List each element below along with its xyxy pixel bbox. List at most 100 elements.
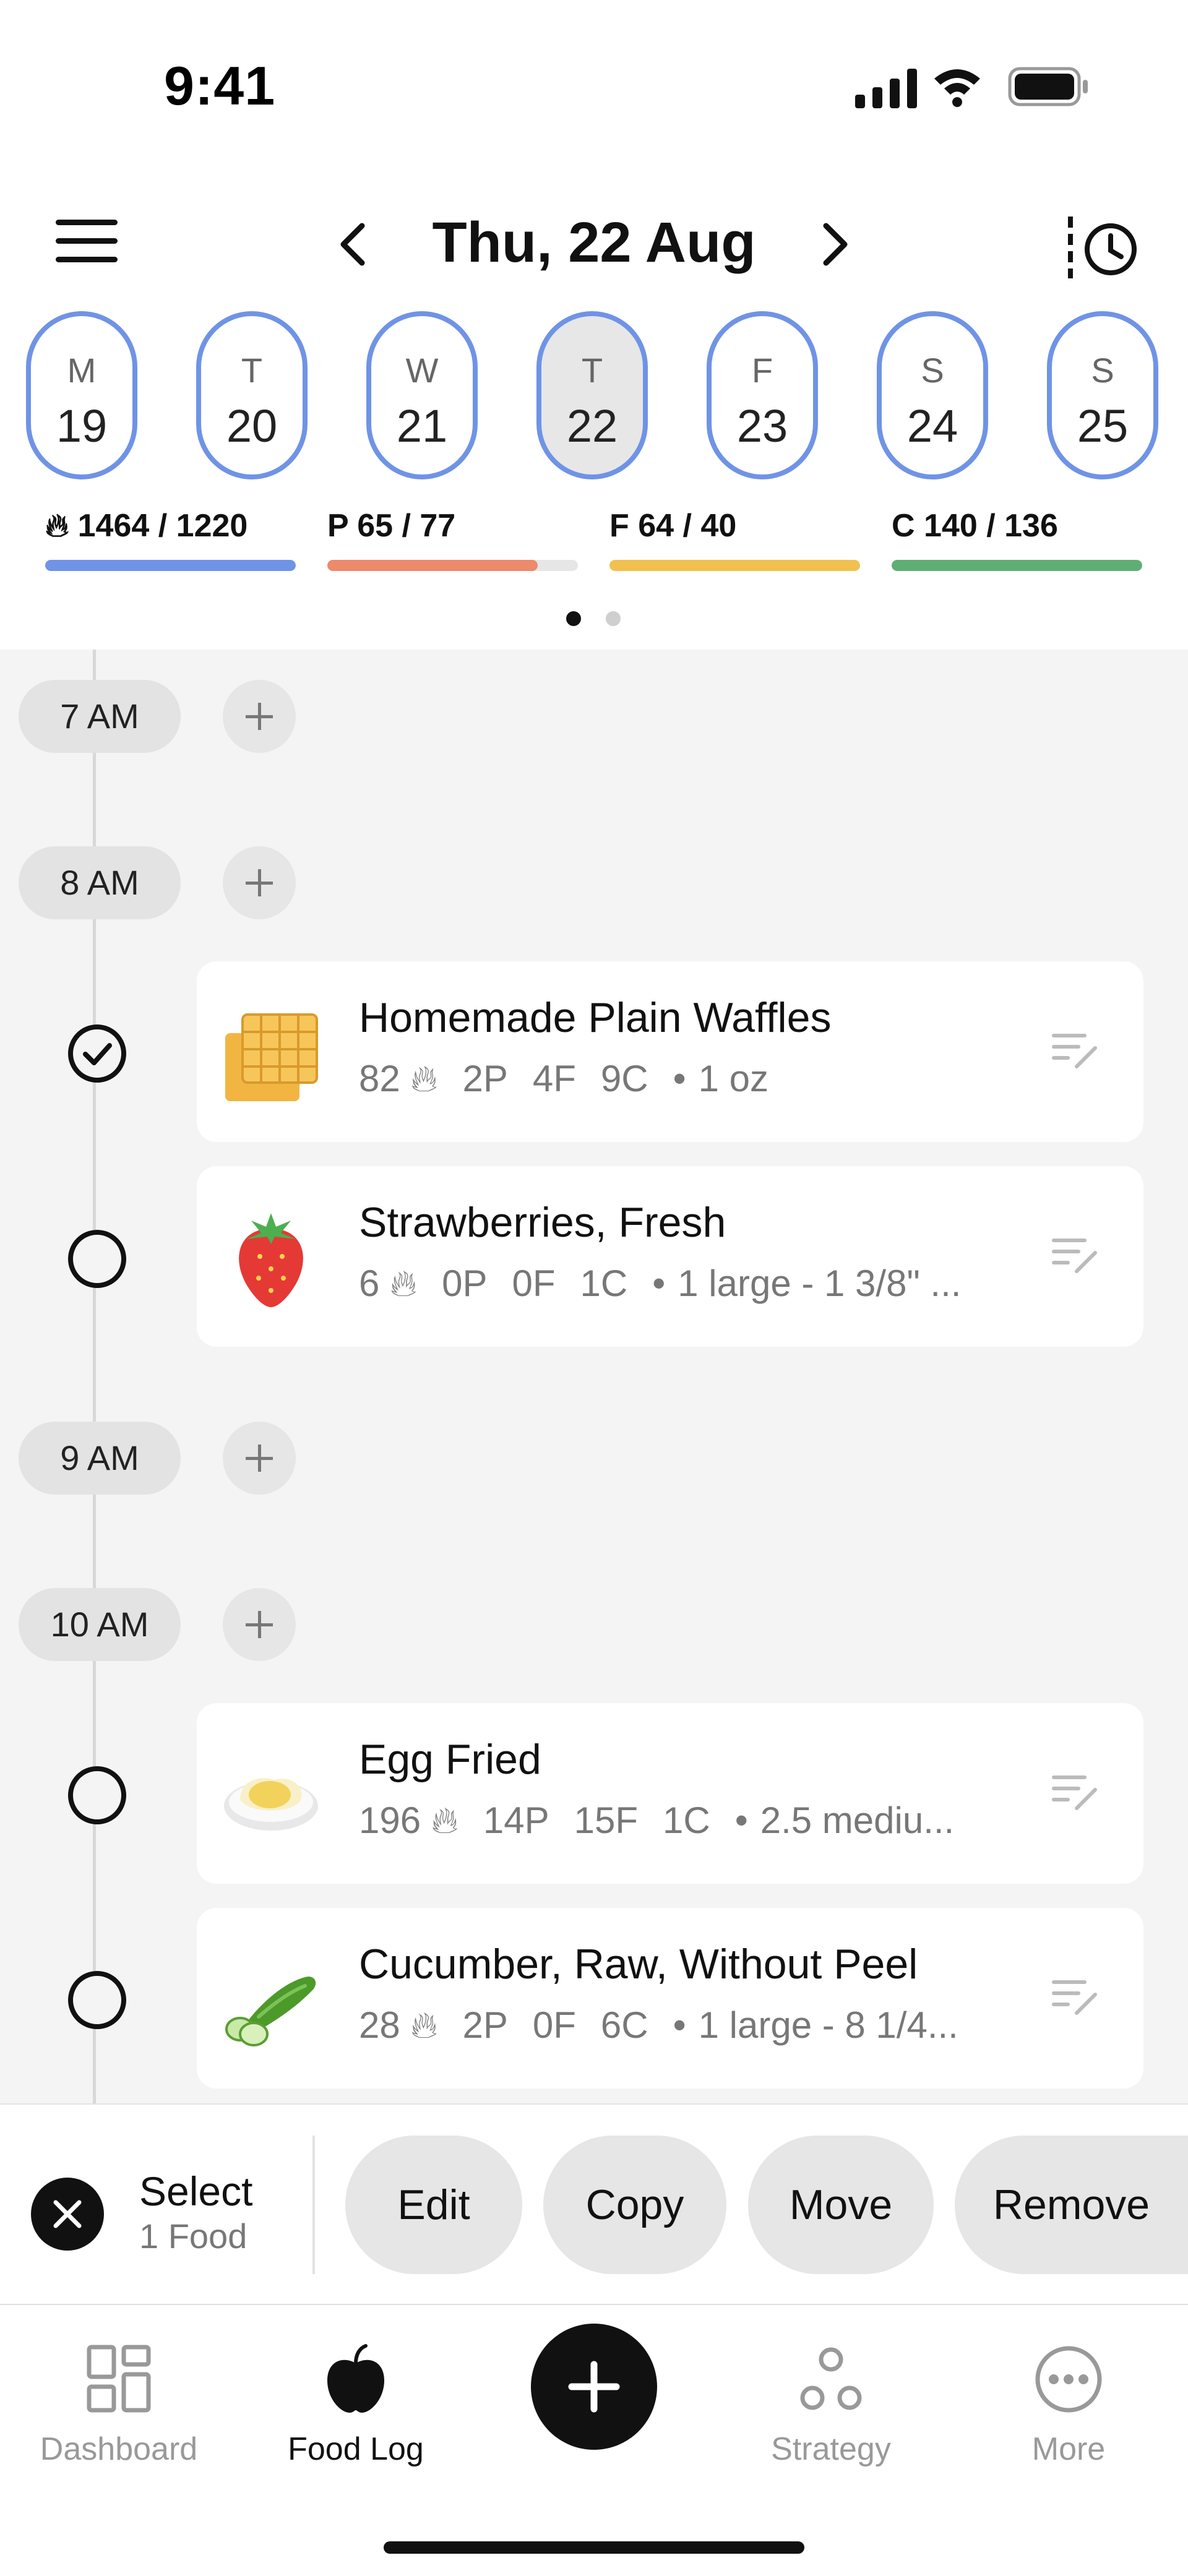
food-calories: 82 <box>359 1058 400 1099</box>
day-pill[interactable]: M 19 <box>26 311 137 479</box>
fat-value: 64 / 40 <box>638 508 737 544</box>
page-dot[interactable] <box>606 611 621 626</box>
food-calories: 196 <box>359 1800 421 1841</box>
day-pill[interactable]: T 22 <box>536 311 648 479</box>
tab-more[interactable]: More <box>966 2342 1171 2468</box>
flame-icon: 🔥︎ <box>45 508 69 544</box>
carbs-prefix: C <box>892 508 915 544</box>
food-carbs: 1C <box>580 1263 628 1304</box>
flame-icon: 🔥︎ <box>410 1058 438 1099</box>
food-check[interactable] <box>68 1766 126 1824</box>
food-macros: 6 🔥︎ 0P 0F 1C • 1 large - 1 3/8" ... <box>359 1263 962 1304</box>
food-timeline <box>0 650 1188 2103</box>
protein-value: 65 / 77 <box>357 508 456 544</box>
day-letter: S <box>1091 351 1114 390</box>
tab-strategy[interactable]: Strategy <box>729 2342 933 2468</box>
history-icon[interactable] <box>1064 213 1145 281</box>
food-protein: 0P <box>442 1263 488 1304</box>
flame-icon: 🔥︎ <box>410 2004 438 2046</box>
home-indicator <box>384 2541 804 2554</box>
add-food-10am-button[interactable] <box>223 1588 296 1661</box>
day-number: 20 <box>226 400 278 452</box>
day-number: 24 <box>906 400 958 452</box>
food-name: Homemade Plain Waffles <box>359 994 832 1041</box>
edit-note-icon[interactable] <box>1051 1976 1100 2019</box>
carbs-bar <box>892 560 1142 571</box>
food-macros: 82 🔥︎ 2P 4F 9C • 1 oz <box>359 1058 769 1099</box>
waffle-icon <box>225 1013 318 1101</box>
food-carbs: 9C <box>600 1058 648 1099</box>
macro-calories: 🔥︎ 1464 / 1220 <box>45 507 296 571</box>
food-name: Strawberries, Fresh <box>359 1199 726 1246</box>
day-letter: T <box>581 351 603 390</box>
edit-note-icon[interactable] <box>1051 1029 1100 1073</box>
add-food-9am-button[interactable] <box>223 1422 296 1495</box>
tab-bar: Dashboard Food Log Strategy More <box>0 2304 1188 2576</box>
remove-button[interactable]: Remove <box>955 2136 1188 2274</box>
food-protein: 2P <box>462 1058 508 1099</box>
signal-icon <box>855 69 917 108</box>
edit-button[interactable]: Edit <box>345 2136 522 2274</box>
tab-food-log[interactable]: Food Log <box>254 2342 458 2468</box>
day-pill[interactable]: F 23 <box>707 311 818 479</box>
copy-button[interactable]: Copy <box>543 2136 726 2274</box>
flame-icon: 🔥︎ <box>390 1263 418 1304</box>
plus-icon <box>568 2361 620 2413</box>
selection-action-bar: Select 1 Food Edit Copy Move Remove <box>0 2103 1188 2305</box>
calories-value: 1464 / 1220 <box>77 508 248 544</box>
food-card[interactable]: Egg Fried 196 🔥︎ 14P 15F 1C • 2.5 mediu... <box>197 1703 1143 1884</box>
day-pill[interactable]: T 20 <box>196 311 308 479</box>
fat-prefix: F <box>609 508 629 544</box>
add-food-7am-button[interactable] <box>223 680 296 753</box>
day-number: 23 <box>736 400 788 452</box>
page-dot-active[interactable] <box>566 611 581 626</box>
macro-fat: F 64 / 40 <box>609 507 860 571</box>
food-calories: 6 <box>359 1263 380 1304</box>
food-fat: 4F <box>532 1058 576 1099</box>
food-serving: 2.5 mediu... <box>760 1800 955 1841</box>
day-pill[interactable]: S 25 <box>1047 311 1158 479</box>
food-check-checked[interactable] <box>68 1024 126 1083</box>
food-fat: 0F <box>532 2004 576 2046</box>
wifi-icon <box>934 69 980 107</box>
chevron-right-icon[interactable] <box>817 220 854 269</box>
date-title[interactable]: Thu, 22 Aug <box>396 210 792 275</box>
edit-note-icon[interactable] <box>1051 1234 1100 1277</box>
day-number: 19 <box>56 400 108 452</box>
food-fat: 0F <box>512 1263 556 1304</box>
edit-note-icon[interactable] <box>1051 1771 1100 1814</box>
add-food-8am-button[interactable] <box>223 846 296 919</box>
day-number: 22 <box>566 400 618 452</box>
status-time: 9:41 <box>164 55 276 116</box>
calories-bar <box>45 560 296 571</box>
flame-icon: 🔥︎ <box>431 1800 458 1841</box>
food-protein: 2P <box>462 2004 508 2046</box>
time-slot-8am: 8 AM <box>19 846 181 919</box>
add-button[interactable] <box>531 2324 657 2450</box>
food-card[interactable]: Strawberries, Fresh 6 🔥︎ 0P 0F 1C • 1 large -… <box>197 1166 1143 1347</box>
menu-button[interactable] <box>56 220 118 263</box>
close-icon <box>53 2200 82 2228</box>
food-card[interactable]: Homemade Plain Waffles 82 🔥︎ 2P 4F 9C • 1 oz <box>197 961 1143 1142</box>
food-check[interactable] <box>68 1230 126 1288</box>
strawberry-icon <box>239 1213 303 1307</box>
fried-egg-icon <box>224 1778 318 1831</box>
cucumber-icon <box>225 1977 316 2046</box>
day-number: 25 <box>1077 400 1129 452</box>
day-pill[interactable]: W 21 <box>366 311 478 479</box>
food-carbs: 1C <box>662 1800 710 1841</box>
close-selection-button[interactable] <box>31 2178 104 2251</box>
food-fat: 15F <box>574 1800 638 1841</box>
tab-more-label: More <box>1031 2431 1106 2467</box>
dashboard-icon <box>87 2345 151 2413</box>
time-slot-10am: 10 AM <box>19 1588 181 1661</box>
day-pill[interactable]: S 24 <box>877 311 988 479</box>
move-button[interactable]: Move <box>748 2136 934 2274</box>
food-check[interactable] <box>68 1971 126 2029</box>
food-protein: 14P <box>483 1800 549 1841</box>
food-card[interactable]: Cucumber, Raw, Without Peel 28 🔥︎ 2P 0F 6C •… <box>197 1908 1143 2089</box>
day-letter: S <box>921 351 944 390</box>
selection-title: Select <box>139 2168 253 2214</box>
tab-dashboard[interactable]: Dashboard <box>17 2342 221 2468</box>
chevron-left-icon[interactable] <box>334 220 371 269</box>
